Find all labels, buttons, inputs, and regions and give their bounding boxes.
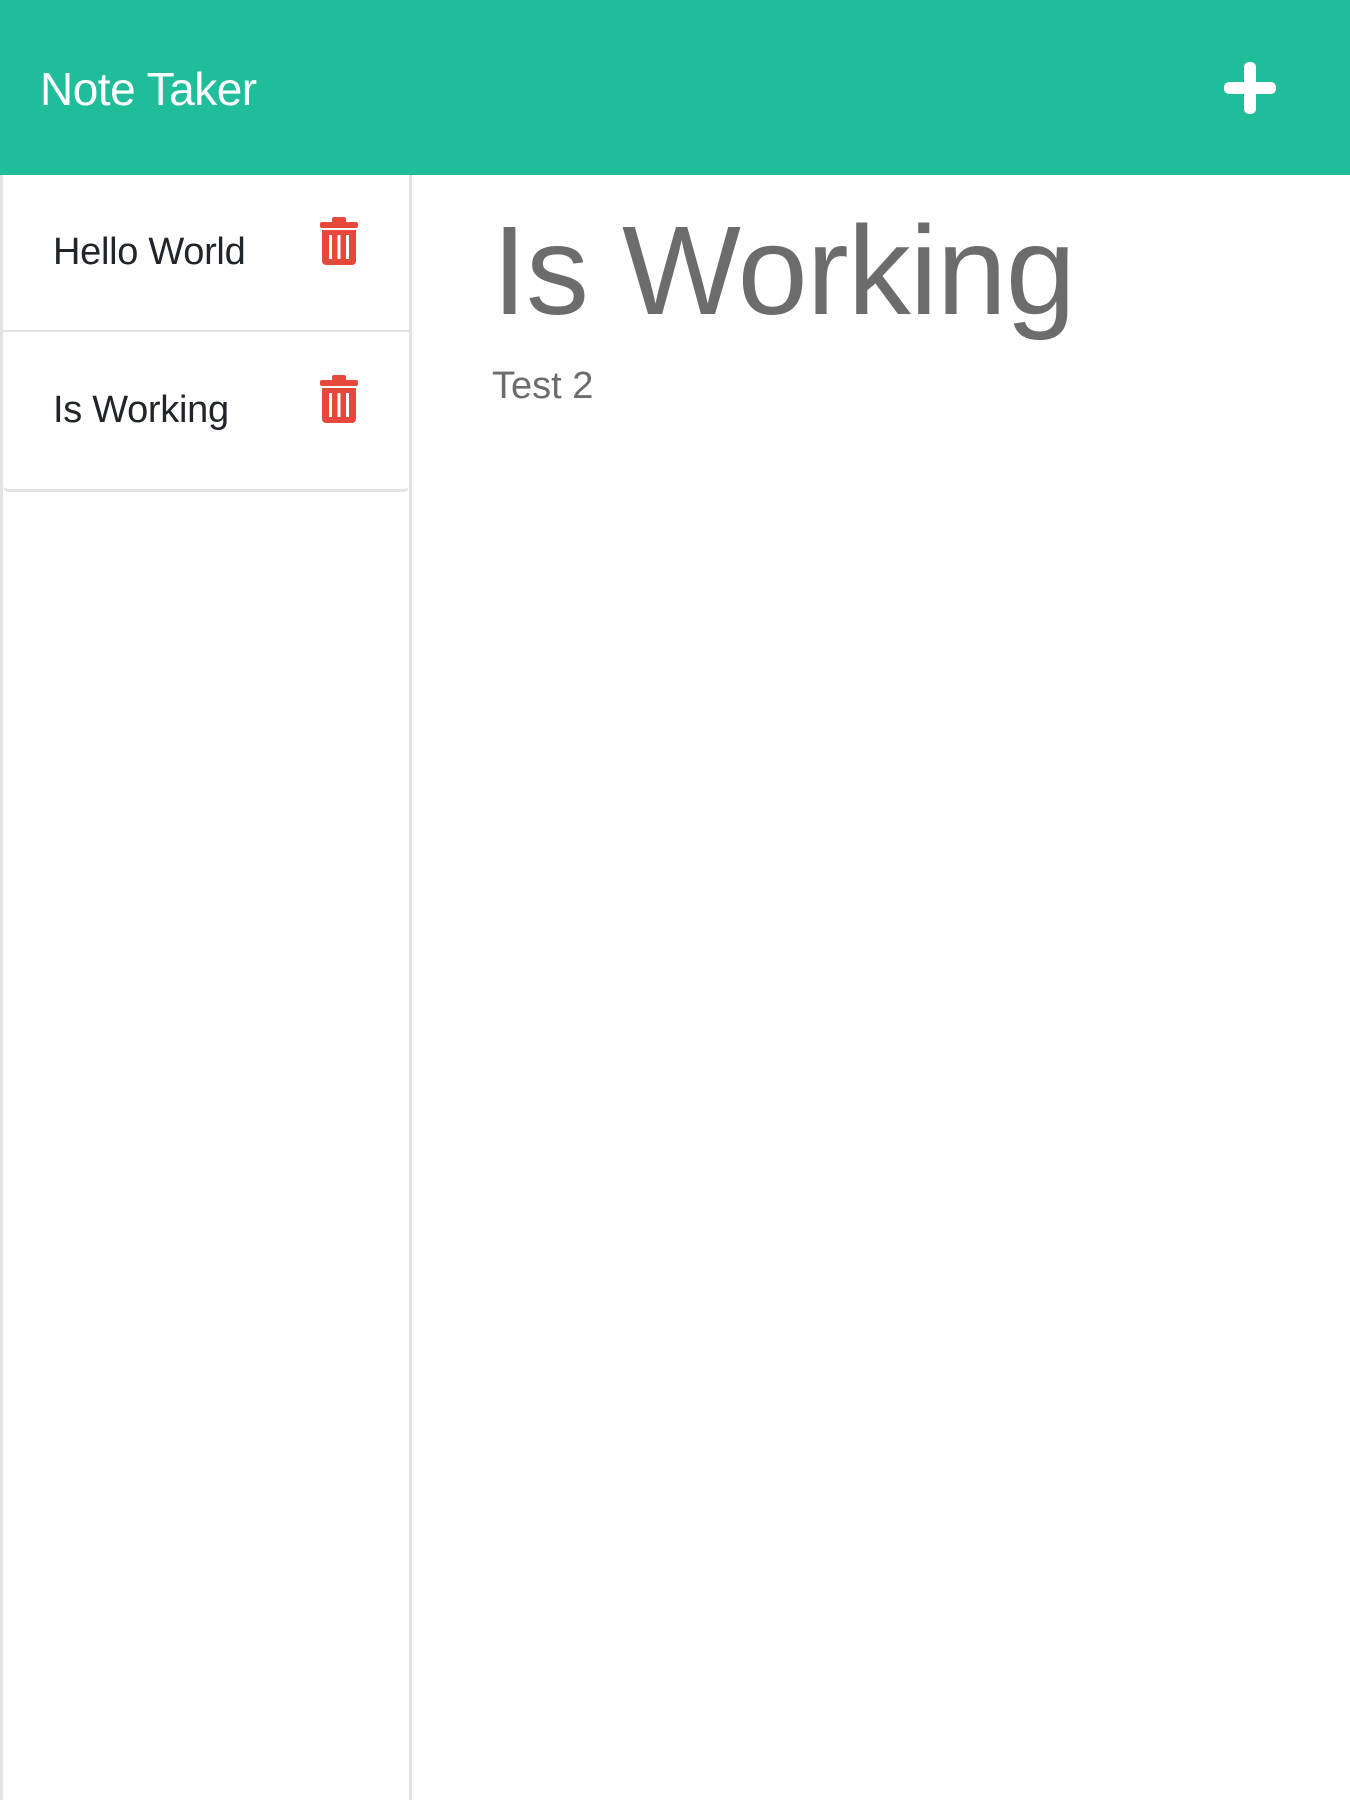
note-title[interactable]: Is Working	[492, 204, 1350, 337]
plus-icon	[1224, 61, 1276, 114]
trash-icon	[320, 216, 358, 265]
delete-note-button[interactable]	[317, 216, 361, 269]
navbar: Note Taker	[0, 0, 1350, 175]
note-list-item-title[interactable]: Hello World	[53, 231, 246, 274]
note-editor: Is Working Test 2	[412, 175, 1350, 1800]
note-list-item-is-working[interactable]: Is Working	[3, 332, 409, 489]
delete-note-button[interactable]	[317, 374, 361, 427]
note-text[interactable]: Test 2	[492, 365, 1350, 408]
note-list-item-hello-world[interactable]: Hello World	[3, 175, 409, 332]
app-title[interactable]: Note Taker	[40, 60, 257, 116]
new-note-button[interactable]	[1215, 53, 1285, 123]
note-list-item-title[interactable]: Is Working	[53, 389, 229, 432]
trash-icon	[320, 374, 358, 423]
notes-sidebar: Hello World Is Working	[0, 175, 412, 1800]
note-list: Hello World Is Working	[3, 175, 409, 492]
